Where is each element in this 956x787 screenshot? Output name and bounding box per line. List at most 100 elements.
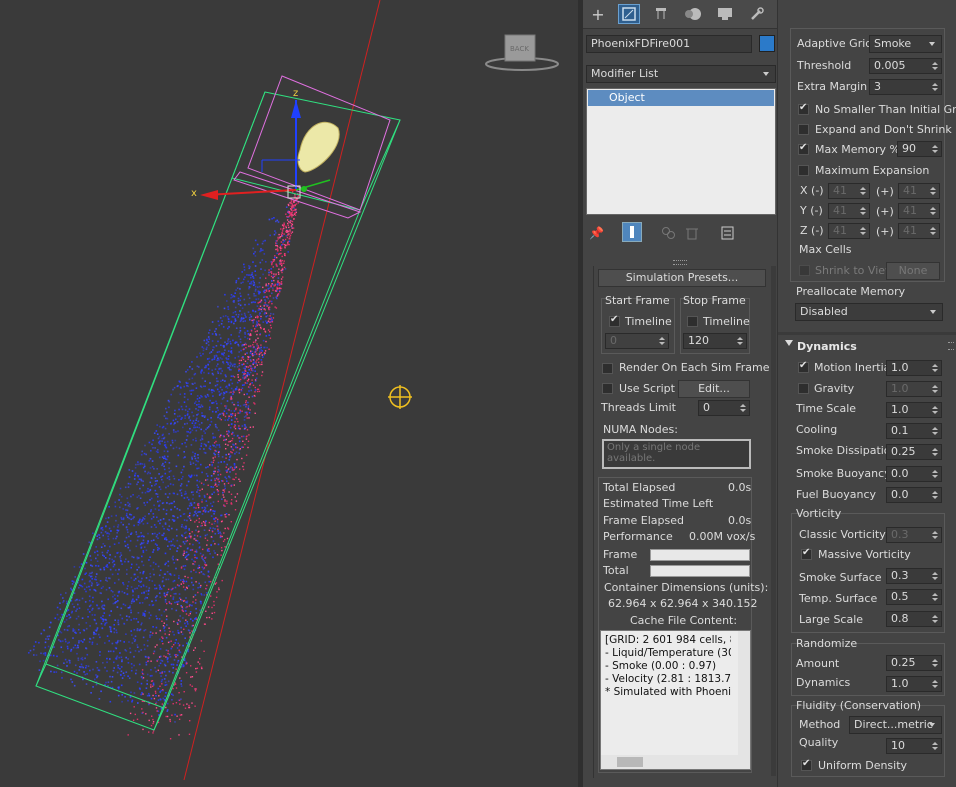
adaptive-grid-dropdown[interactable]: Smoke <box>869 35 942 53</box>
container-dimensions-value: 62.964 x 62.964 x 340.152 <box>608 597 758 610</box>
x-plus-spinner[interactable]: 41 <box>898 183 940 199</box>
show-end-result-icon[interactable] <box>622 222 642 242</box>
z-plus-spinner[interactable]: 41 <box>898 223 940 239</box>
no-smaller-checkbox[interactable] <box>798 102 809 115</box>
flame-shape <box>297 121 340 173</box>
uniform-density-label: Uniform Density <box>818 759 908 772</box>
smoke-buoyancy-spinner[interactable]: 0.0 <box>886 466 942 482</box>
x-minus-label: X (-) <box>800 184 824 197</box>
stop-timeline-checkbox[interactable] <box>687 316 698 327</box>
modify-icon[interactable] <box>618 4 640 24</box>
pin-stack-icon[interactable]: 📌 <box>589 226 604 240</box>
method-dropdown[interactable]: Direct...metric <box>849 716 942 734</box>
classic-vorticity-spinner[interactable]: 0.3 <box>886 527 942 543</box>
gravity-checkbox[interactable] <box>798 383 809 394</box>
y-plus-spinner[interactable]: 41 <box>898 203 940 219</box>
time-scale-spinner[interactable]: 1.0 <box>886 402 942 418</box>
frame-elapsed-value: 0.0s <box>728 514 752 527</box>
modifier-stack[interactable]: Object <box>586 88 776 215</box>
light-target-icon[interactable] <box>388 385 412 409</box>
panel-resize-handle[interactable] <box>673 260 687 265</box>
render-each-frame-label: Render On Each Sim Frame <box>619 361 770 374</box>
randomize-dynamics-spinner[interactable]: 1.0 <box>886 676 942 692</box>
quality-label: Quality <box>799 736 839 749</box>
motion-inertia-checkbox[interactable] <box>798 360 809 373</box>
max-memory-spinner[interactable]: 90 <box>897 141 942 157</box>
rollout-divider <box>778 332 956 335</box>
use-script-checkbox[interactable] <box>602 383 613 394</box>
edit-script-button[interactable]: Edit... <box>678 380 750 398</box>
z-minus-label: Z (-) <box>800 224 824 237</box>
z-minus-spinner[interactable]: 41 <box>828 223 870 239</box>
cooling-spinner[interactable]: 0.1 <box>886 423 942 439</box>
amount-spinner[interactable]: 0.25 <box>886 655 942 671</box>
remove-modifier-icon[interactable] <box>685 226 699 240</box>
motion-icon[interactable] <box>682 4 704 24</box>
fuel-buoyancy-spinner[interactable]: 0.0 <box>886 487 942 503</box>
smoke-surface-spinner[interactable]: 0.3 <box>886 568 942 584</box>
y-minus-label: Y (-) <box>800 204 823 217</box>
object-name-field[interactable]: PhoenixFDFire001 <box>586 35 752 53</box>
max-expansion-checkbox[interactable] <box>798 165 809 176</box>
stop-frame-spinner[interactable]: 120 <box>683 333 747 349</box>
dynamics-rollout-title[interactable]: Dynamics <box>797 340 857 354</box>
smoke-dissipation-spinner[interactable]: 0.25 <box>886 444 942 460</box>
cache-vertical-scrollbar[interactable] <box>738 631 750 755</box>
shrink-to-view-checkbox[interactable] <box>799 265 810 276</box>
modifier-list-dropdown[interactable]: Modifier List <box>586 65 776 83</box>
start-frame-spinner[interactable]: 0 <box>605 333 669 349</box>
performance-value: 0.00M vox/s <box>689 530 756 543</box>
utilities-icon[interactable] <box>746 4 768 24</box>
time-scale-label: Time Scale <box>796 402 857 415</box>
none-button[interactable]: None <box>886 262 940 280</box>
large-scale-spinner[interactable]: 0.8 <box>886 611 942 627</box>
create-icon[interactable]: + <box>587 4 609 24</box>
uniform-density-checkbox[interactable] <box>801 758 812 771</box>
configure-sets-icon[interactable] <box>721 226 735 240</box>
total-elapsed-value: 0.0s <box>728 481 752 494</box>
temp-surface-spinner[interactable]: 0.5 <box>886 589 942 605</box>
motion-inertia-spinner[interactable]: 1.0 <box>886 360 942 376</box>
z-plus-label: (+) <box>876 225 894 238</box>
simulation-presets-button[interactable]: Simulation Presets... <box>598 269 766 287</box>
preallocate-memory-dropdown[interactable]: Disabled <box>795 303 943 321</box>
randomize-label: Randomize <box>796 637 858 650</box>
classic-vorticity-label: Classic Vorticity <box>799 528 886 541</box>
extra-margin-spinner[interactable]: 3 <box>869 79 942 95</box>
cache-scroll-thumb[interactable] <box>617 757 643 767</box>
cache-content-text: [GRID: 2 601 984 cells, 88 - Liquid/Temp… <box>605 634 731 698</box>
scene-canvas[interactable]: x z BACK <box>0 0 578 787</box>
cache-horizontal-scrollbar[interactable] <box>601 755 750 769</box>
performance-label: Performance <box>603 530 673 543</box>
y-minus-spinner[interactable]: 41 <box>828 203 870 219</box>
quality-spinner[interactable]: 10 <box>886 738 942 754</box>
display-icon[interactable] <box>714 4 736 24</box>
max-memory-checkbox[interactable] <box>798 142 809 155</box>
viewport[interactable]: x z BACK <box>0 0 578 787</box>
rollout-drag-handle-icon[interactable] <box>948 342 954 350</box>
total-progress-bar <box>650 565 750 577</box>
gizmo-z-label: z <box>293 88 298 99</box>
cache-content-box[interactable]: [GRID: 2 601 984 cells, 88 - Liquid/Temp… <box>600 630 751 770</box>
expand-no-shrink-checkbox[interactable] <box>798 124 809 135</box>
massive-vorticity-checkbox[interactable] <box>801 547 812 560</box>
frame-progress-label: Frame <box>603 548 638 561</box>
stack-item-object[interactable]: Object <box>588 90 774 106</box>
object-color-swatch[interactable] <box>759 35 775 52</box>
hierarchy-icon[interactable] <box>650 4 672 24</box>
expand-no-shrink-label: Expand and Don't Shrink <box>815 123 952 136</box>
command-panel-scrollbar[interactable] <box>771 266 776 776</box>
smoke-surface-label: Smoke Surface <box>799 571 882 584</box>
gravity-label: Gravity <box>814 382 855 395</box>
threshold-spinner[interactable]: 0.005 <box>869 58 942 74</box>
numa-nodes-list[interactable]: Only a single node available. <box>602 439 751 469</box>
render-each-frame-checkbox[interactable] <box>602 363 613 374</box>
preallocate-memory-label: Preallocate Memory <box>796 285 906 298</box>
x-minus-spinner[interactable]: 41 <box>828 183 870 199</box>
no-smaller-label: No Smaller Than Initial Grid <box>815 103 956 116</box>
threads-limit-spinner[interactable]: 0 <box>698 400 750 416</box>
make-unique-icon[interactable] <box>661 226 677 240</box>
collapse-arrow-icon[interactable] <box>785 340 793 346</box>
gravity-spinner[interactable]: 1.0 <box>886 381 942 397</box>
start-timeline-checkbox[interactable] <box>609 314 620 327</box>
